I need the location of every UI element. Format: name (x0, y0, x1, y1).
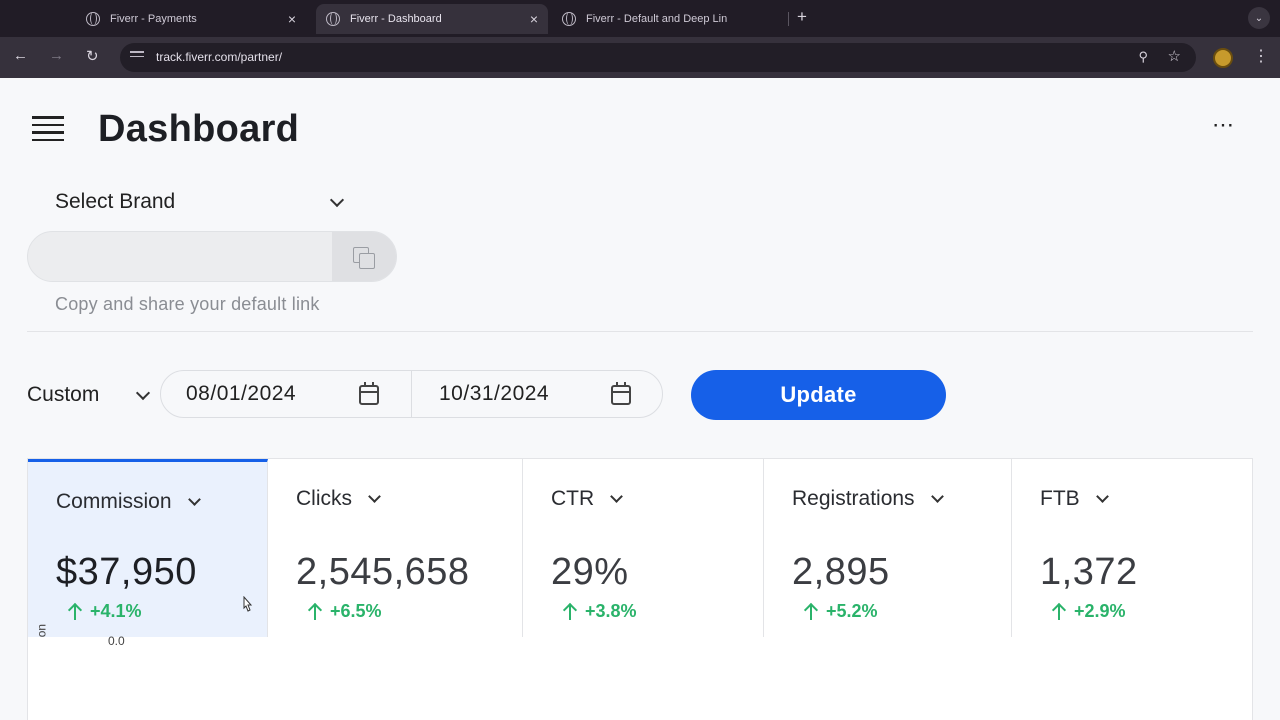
new-tab-button[interactable]: + (797, 7, 807, 27)
copy-link-button[interactable] (332, 232, 396, 281)
metric-card-clicks[interactable]: Clicks 2,545,658 +6.5% (268, 459, 523, 637)
browser-toolbar: ← → ↻ track.fiverr.com/partner/ ⚲ ☆ (0, 37, 1280, 78)
date-range-select[interactable]: Custom (27, 383, 151, 407)
metric-value: 2,545,658 (296, 551, 470, 593)
metric-value: 29% (551, 551, 629, 593)
metric-label[interactable]: Clicks (296, 487, 381, 511)
metric-delta: +5.2% (804, 601, 878, 622)
url-text: track.fiverr.com/partner/ (156, 50, 283, 64)
metric-label[interactable]: Registrations (792, 487, 944, 511)
arrow-up-icon (1052, 603, 1066, 620)
date-range-label: Custom (27, 383, 100, 406)
forward-arrow-icon[interactable]: → (49, 47, 64, 64)
metric-label[interactable]: CTR (551, 487, 624, 511)
metric-delta: +2.9% (1052, 601, 1126, 622)
start-date-value: 08/01/2024 (186, 382, 297, 405)
default-link-field[interactable] (27, 231, 397, 282)
chart-y-tick: 0.0 (108, 634, 125, 648)
metric-label-text: Commission (56, 490, 172, 513)
more-horizontal-icon[interactable]: ⋯ (1212, 112, 1235, 138)
tab-title: Fiverr - Dashboard (350, 13, 442, 25)
metric-card-ftb[interactable]: FTB 1,372 +2.9% (1012, 459, 1252, 637)
arrow-up-icon (804, 603, 818, 620)
metric-delta: +3.8% (563, 601, 637, 622)
metric-label[interactable]: FTB (1040, 487, 1109, 511)
brand-select[interactable]: Select Brand (55, 190, 345, 214)
metric-card-registrations[interactable]: Registrations 2,895 +5.2% (764, 459, 1012, 637)
arrow-up-icon (563, 603, 577, 620)
back-arrow-icon[interactable]: ← (13, 47, 28, 64)
end-date-input[interactable]: 10/31/2024 (439, 371, 659, 417)
metric-label-text: CTR (551, 487, 595, 510)
address-bar[interactable]: track.fiverr.com/partner/ ⚲ ☆ (120, 43, 1196, 72)
metric-label[interactable]: Commission (56, 490, 201, 514)
arrow-up-icon (308, 603, 322, 620)
brand-select-label: Select Brand (55, 190, 176, 213)
tab-payments[interactable]: Fiverr - Payments × (76, 4, 306, 34)
start-date-input[interactable]: 08/01/2024 (186, 371, 406, 417)
update-button[interactable]: Update (691, 370, 946, 420)
tab-search-chevron-icon[interactable]: ⌄ (1248, 7, 1270, 29)
copy-link-helper-text: Copy and share your default link (55, 294, 320, 314)
close-icon[interactable]: × (530, 11, 538, 27)
metric-value: 1,372 (1040, 551, 1138, 593)
metric-delta: +6.5% (308, 601, 382, 622)
chevron-down-icon (187, 492, 201, 506)
metric-delta-text: +5.2% (826, 601, 878, 621)
reload-icon[interactable]: ↻ (86, 47, 99, 65)
bookmark-star-icon[interactable]: ☆ (1168, 47, 1181, 65)
date-range-picker: 08/01/2024 10/31/2024 (160, 370, 663, 418)
chevron-down-icon (368, 489, 381, 503)
chevron-down-icon (1095, 489, 1109, 503)
calendar-icon[interactable] (359, 382, 379, 405)
dashboard-page: Dashboard ⋯ Select Brand Copy and share … (0, 78, 1280, 720)
mouse-pointer-icon (243, 596, 253, 612)
metric-delta-text: +4.1% (90, 601, 142, 621)
metric-value: $37,950 (56, 551, 197, 593)
browser-menu-icon[interactable]: ⋮ (1253, 46, 1269, 66)
copy-icon (353, 246, 375, 269)
metric-label-text: FTB (1040, 487, 1080, 510)
end-date-value: 10/31/2024 (439, 382, 550, 405)
hamburger-icon[interactable] (32, 116, 64, 142)
metric-label-text: Clicks (296, 487, 352, 510)
date-separator (411, 371, 412, 417)
close-icon[interactable]: × (288, 11, 296, 27)
chevron-down-icon (930, 489, 944, 503)
tab-deep-links[interactable]: Fiverr - Default and Deep Lin (552, 4, 784, 34)
chevron-down-icon (329, 192, 345, 208)
metric-card-ctr[interactable]: CTR 29% +3.8% (523, 459, 764, 637)
arrow-up-icon (68, 603, 82, 620)
metric-label-text: Registrations (792, 487, 915, 510)
browser-tab-bar: Fiverr - Payments × Fiverr - Dashboard ×… (0, 0, 1280, 37)
globe-icon (86, 12, 100, 26)
profile-avatar-icon[interactable] (1213, 48, 1233, 68)
metric-delta: +4.1% (68, 601, 142, 622)
metrics-panel: Commission $37,950 +4.1% Clicks 2,545,65… (27, 458, 1253, 720)
site-settings-icon[interactable] (130, 51, 144, 63)
metric-card-commission[interactable]: Commission $37,950 +4.1% (28, 459, 268, 637)
globe-icon (326, 12, 340, 26)
metric-value: 2,895 (792, 551, 890, 593)
page-title: Dashboard (98, 108, 300, 150)
tab-title: Fiverr - Payments (110, 13, 197, 25)
chevron-down-icon (610, 489, 624, 503)
chart-y-axis-label: uo (36, 624, 50, 638)
globe-icon (562, 12, 576, 26)
zoom-icon[interactable]: ⚲ (1138, 49, 1148, 65)
tab-title: Fiverr - Default and Deep Lin (586, 13, 728, 25)
metric-delta-text: +2.9% (1074, 601, 1126, 621)
metric-delta-text: +3.8% (585, 601, 637, 621)
tab-dashboard[interactable]: Fiverr - Dashboard × (316, 4, 548, 34)
metric-delta-text: +6.5% (330, 601, 382, 621)
calendar-icon[interactable] (611, 382, 631, 405)
tab-separator (788, 12, 789, 26)
chevron-down-icon (135, 385, 151, 401)
divider (27, 331, 1253, 332)
